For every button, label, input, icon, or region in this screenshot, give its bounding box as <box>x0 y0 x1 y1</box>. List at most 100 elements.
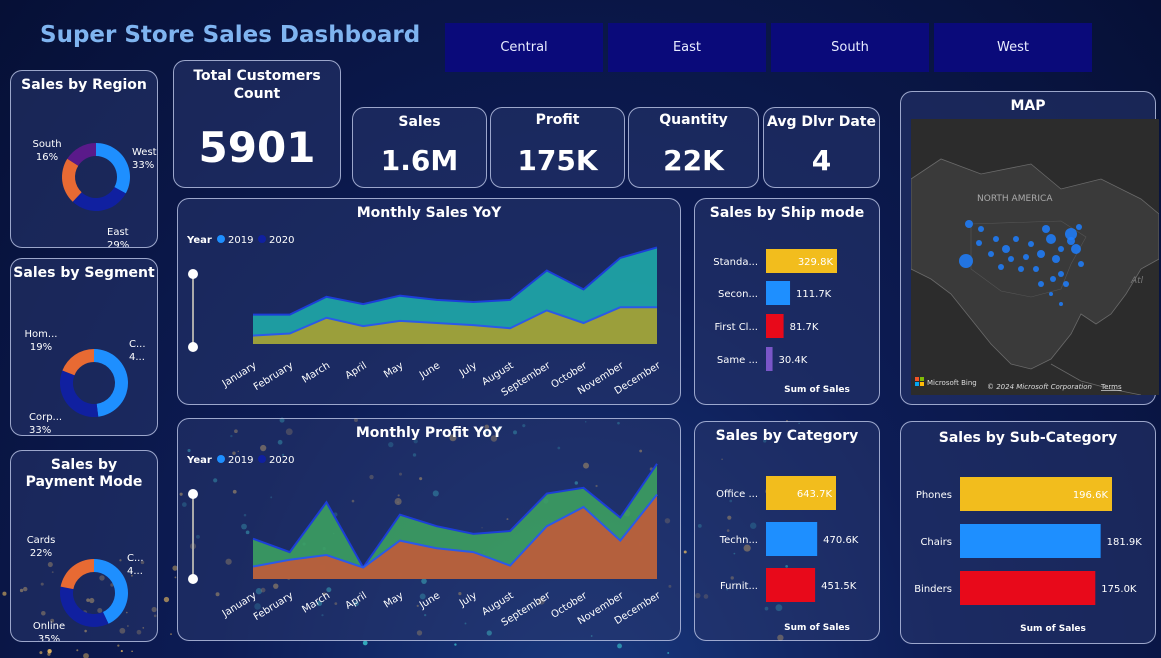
monthly-profit-panel[interactable]: Monthly Profit YoY Year 2019 2020 January Fe… <box>177 418 681 641</box>
x-axis-title: Sum of Sales <box>1020 624 1086 634</box>
donut-label-value: 16% <box>36 152 58 163</box>
bar-category-label: Phones <box>916 490 952 501</box>
donut-slice-0[interactable] <box>96 143 130 194</box>
donut-label-value: 19% <box>30 342 52 353</box>
slicer-west[interactable]: West <box>934 23 1092 72</box>
donut-slice-2[interactable] <box>60 559 94 590</box>
slicer-east[interactable]: East <box>608 23 766 72</box>
region-title: Sales by Region <box>21 77 147 93</box>
page-title: Super Store Sales Dashboard <box>40 22 421 48</box>
payment-panel[interactable]: Sales by Payment Mode C... 4... Online 35% C… <box>10 450 158 642</box>
donut-label-value: 29% <box>107 240 129 247</box>
x-tick-label: February <box>252 360 295 393</box>
donut-label-value: 4... <box>129 352 145 363</box>
x-tick-label: July <box>457 360 479 379</box>
donut-label-name: C... <box>129 339 146 350</box>
map-dot <box>998 264 1004 270</box>
legend-2019-marker <box>217 455 225 463</box>
slicer-central[interactable]: Central <box>445 23 603 72</box>
x-tick-label: June <box>417 590 442 611</box>
range-slider-handle-bottom[interactable] <box>188 342 198 352</box>
map-provider: Microsoft Bing <box>927 379 977 387</box>
sales-label: Sales <box>398 114 441 130</box>
map-dot <box>1002 245 1010 253</box>
map-dot <box>1033 266 1039 272</box>
bar-value-label: 470.6K <box>823 535 859 546</box>
donut-label-value: 33% <box>29 425 51 435</box>
x-tick-label: April <box>344 360 369 381</box>
x-tick-label: March <box>300 360 332 385</box>
bar[interactable] <box>960 524 1101 558</box>
region-donut: West 33% East 29% South 16% <box>32 139 157 247</box>
bar-value-label: 30.4K <box>779 355 808 366</box>
donut-slice-1[interactable] <box>72 187 126 211</box>
category-panel[interactable]: Sales by Category Office ... 643.7K Techn.… <box>694 421 880 641</box>
donut-label-name: Hom... <box>25 329 58 340</box>
map-dot <box>1067 237 1075 245</box>
bar[interactable] <box>766 314 784 338</box>
bar-category-label: Furnit... <box>720 581 758 592</box>
legend-2019-label: 2019 <box>228 455 253 466</box>
donut-slice-1[interactable] <box>59 370 99 417</box>
bar-category-label: Chairs <box>920 537 952 548</box>
region-panel[interactable]: Sales by Region West 33% East 29% South 16% <box>10 70 158 248</box>
dlvr-card: Avg Dlvr Date 4 <box>763 107 880 188</box>
range-slider-handle-top[interactable] <box>188 269 198 279</box>
map-copyright: © 2024 Microsoft Corporation <box>987 383 1092 391</box>
donut-label-value: 22% <box>30 548 52 559</box>
x-tick-label: March <box>300 590 332 615</box>
map-region-label: NORTH AMERICA <box>977 194 1053 204</box>
quantity-value: 22K <box>663 144 724 177</box>
bar-category-label: Same ... <box>717 355 758 366</box>
bar[interactable] <box>960 571 1096 605</box>
donut-label-name: C... <box>127 553 144 564</box>
ship-mode-chart: Standa... 329.8K Secon... 111.7K First Cl...… <box>713 249 850 395</box>
profit-card: Profit 175K <box>490 107 625 188</box>
range-slider-handle-top[interactable] <box>188 489 198 499</box>
monthly-sales-panel[interactable]: Monthly Sales YoY Year 2019 2020 January Feb… <box>177 198 681 405</box>
donut-slice-2[interactable] <box>62 349 94 376</box>
donut-slice-1[interactable] <box>60 586 109 627</box>
bar[interactable] <box>766 522 818 556</box>
map-dot <box>978 226 984 232</box>
map-dot <box>1078 261 1084 267</box>
payment-title: Sales by Payment Mode <box>25 457 143 490</box>
bar[interactable] <box>766 281 791 305</box>
legend-2019-label: 2019 <box>228 235 253 246</box>
donut-label-name: West <box>132 147 157 158</box>
bar-value-label: 111.7K <box>796 289 832 300</box>
subcategory-chart: Phones 196.6K Chairs 181.9K Binders 175.0K Sum… <box>914 477 1142 634</box>
donut-slice-2[interactable] <box>62 158 82 202</box>
range-slider-handle-bottom[interactable] <box>188 574 198 584</box>
bar[interactable] <box>766 568 816 602</box>
map-canvas[interactable]: NORTH AMERICA Atl Microsoft Bing © 2024 … <box>911 119 1159 395</box>
profit-label: Profit <box>535 112 580 128</box>
monthly-sales-chart: Year 2019 2020JanuaryFebruary March April May… <box>186 235 663 399</box>
monthly-profit-chart: Year 2019 2020JanuaryFebruary March April May… <box>186 455 663 629</box>
bar-category-label: Techn... <box>719 535 758 546</box>
bar-value-label: 329.8K <box>798 257 834 268</box>
bar[interactable] <box>766 347 773 371</box>
legend-2020-marker <box>258 455 266 463</box>
donut-slice-0[interactable] <box>94 349 129 417</box>
map-dot <box>1008 256 1014 262</box>
map-dot <box>1071 244 1081 254</box>
donut-label-value: 35% <box>38 634 60 641</box>
map-dot <box>1050 276 1056 282</box>
x-tick-label: April <box>344 590 369 611</box>
x-tick-label: February <box>252 590 295 623</box>
map-panel[interactable]: MAP NORTH AMERICA Atl Microsoft Bing © 2… <box>900 91 1159 405</box>
quantity-label: Quantity <box>659 112 728 128</box>
map-terms-link[interactable]: Terms <box>1100 383 1122 391</box>
map-dot <box>959 254 973 268</box>
donut-label-name: East <box>107 227 129 238</box>
ship-mode-panel[interactable]: Sales by Ship mode Standa... 329.8K Secon.… <box>694 198 880 405</box>
map-dot <box>1028 241 1034 247</box>
map-dot <box>1042 225 1050 233</box>
legend-2020-marker <box>258 235 266 243</box>
bar-category-label: Binders <box>914 584 952 595</box>
segment-panel[interactable]: Sales by Segment C... 4... Corp... 33% Hom..… <box>10 258 158 436</box>
sales-card: Sales 1.6M <box>352 107 487 188</box>
slicer-south[interactable]: South <box>771 23 929 72</box>
subcategory-panel[interactable]: Sales by Sub-Category Phones 196.6K Chairs… <box>900 421 1156 644</box>
